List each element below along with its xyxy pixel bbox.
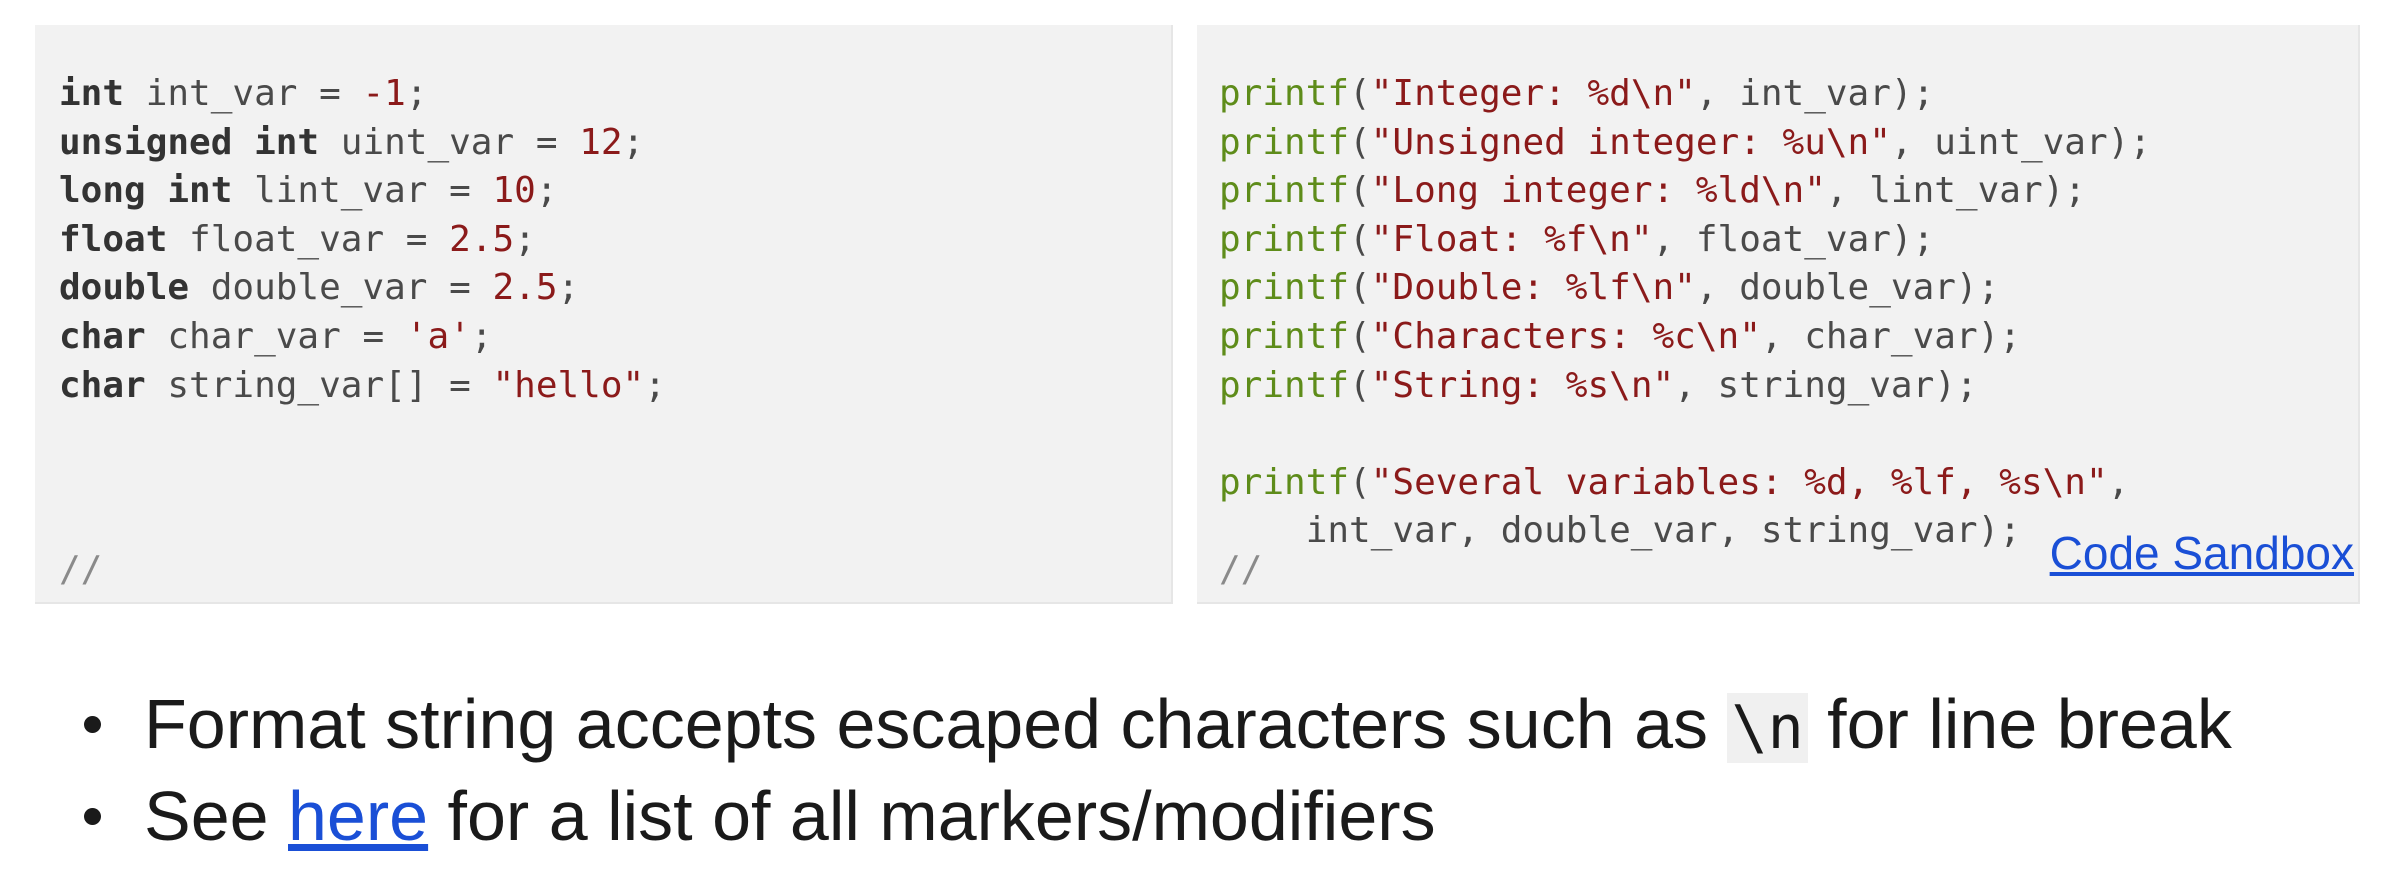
code-line: int_var, double_var, string_var); (1219, 510, 2021, 552)
code-line: printf("Several variables: %d, %lf, %s\n… (1219, 461, 2130, 503)
code-line: printf("Float: %f\n", float_var); (1219, 218, 1935, 260)
code-line: printf("Characters: %c\n", char_var); (1219, 315, 2021, 357)
code-line: printf("String: %s\n", string_var); (1219, 364, 1978, 406)
code-comment: // (59, 549, 103, 590)
code-line: double double_var = 2.5; (59, 267, 580, 309)
code-lines: printf("Integer: %d\n", int_var); printf… (1219, 70, 2151, 556)
bullet-list: Format string accepts escaped characters… (70, 678, 2232, 862)
code-line: printf("Unsigned integer: %u\n", uint_va… (1219, 121, 2151, 163)
bullet-text: Format string accepts escaped characters… (144, 685, 1728, 763)
code-line: float float_var = 2.5; (59, 218, 536, 260)
here-link[interactable]: here (288, 777, 428, 855)
code-editor-declarations[interactable]: int int_var = -1; unsigned int uint_var … (35, 25, 1173, 604)
code-comment: // (1219, 549, 1263, 590)
code-line: printf("Long integer: %ld\n", lint_var); (1219, 170, 2086, 212)
bullet-text: for a list of all markers/modifiers (428, 777, 1436, 855)
code-line: printf("Double: %lf\n", double_var); (1219, 267, 2000, 309)
bullet-item-markers: See here for a list of all markers/modif… (70, 770, 2232, 862)
code-line: printf("Integer: %d\n", int_var); (1219, 73, 1935, 114)
bullet-text: See (144, 777, 288, 855)
code-editor-printf[interactable]: printf("Integer: %d\n", int_var); printf… (1197, 25, 2360, 604)
code-line: unsigned int uint_var = 12; (59, 121, 645, 163)
code-sandbox-link[interactable]: Code Sandbox (2050, 526, 2354, 580)
code-line: int int_var = -1; (59, 73, 428, 114)
bullet-text: for line break (1807, 685, 2232, 763)
code-line: char char_var = 'a'; (59, 315, 493, 357)
inline-code-newline: \n (1727, 693, 1808, 763)
bullet-item-escaped-characters: Format string accepts escaped characters… (70, 678, 2232, 770)
code-line: long int lint_var = 10; (59, 170, 558, 212)
code-lines: int int_var = -1; unsigned int uint_var … (59, 70, 666, 410)
code-line: char string_var[] = "hello"; (59, 364, 666, 406)
